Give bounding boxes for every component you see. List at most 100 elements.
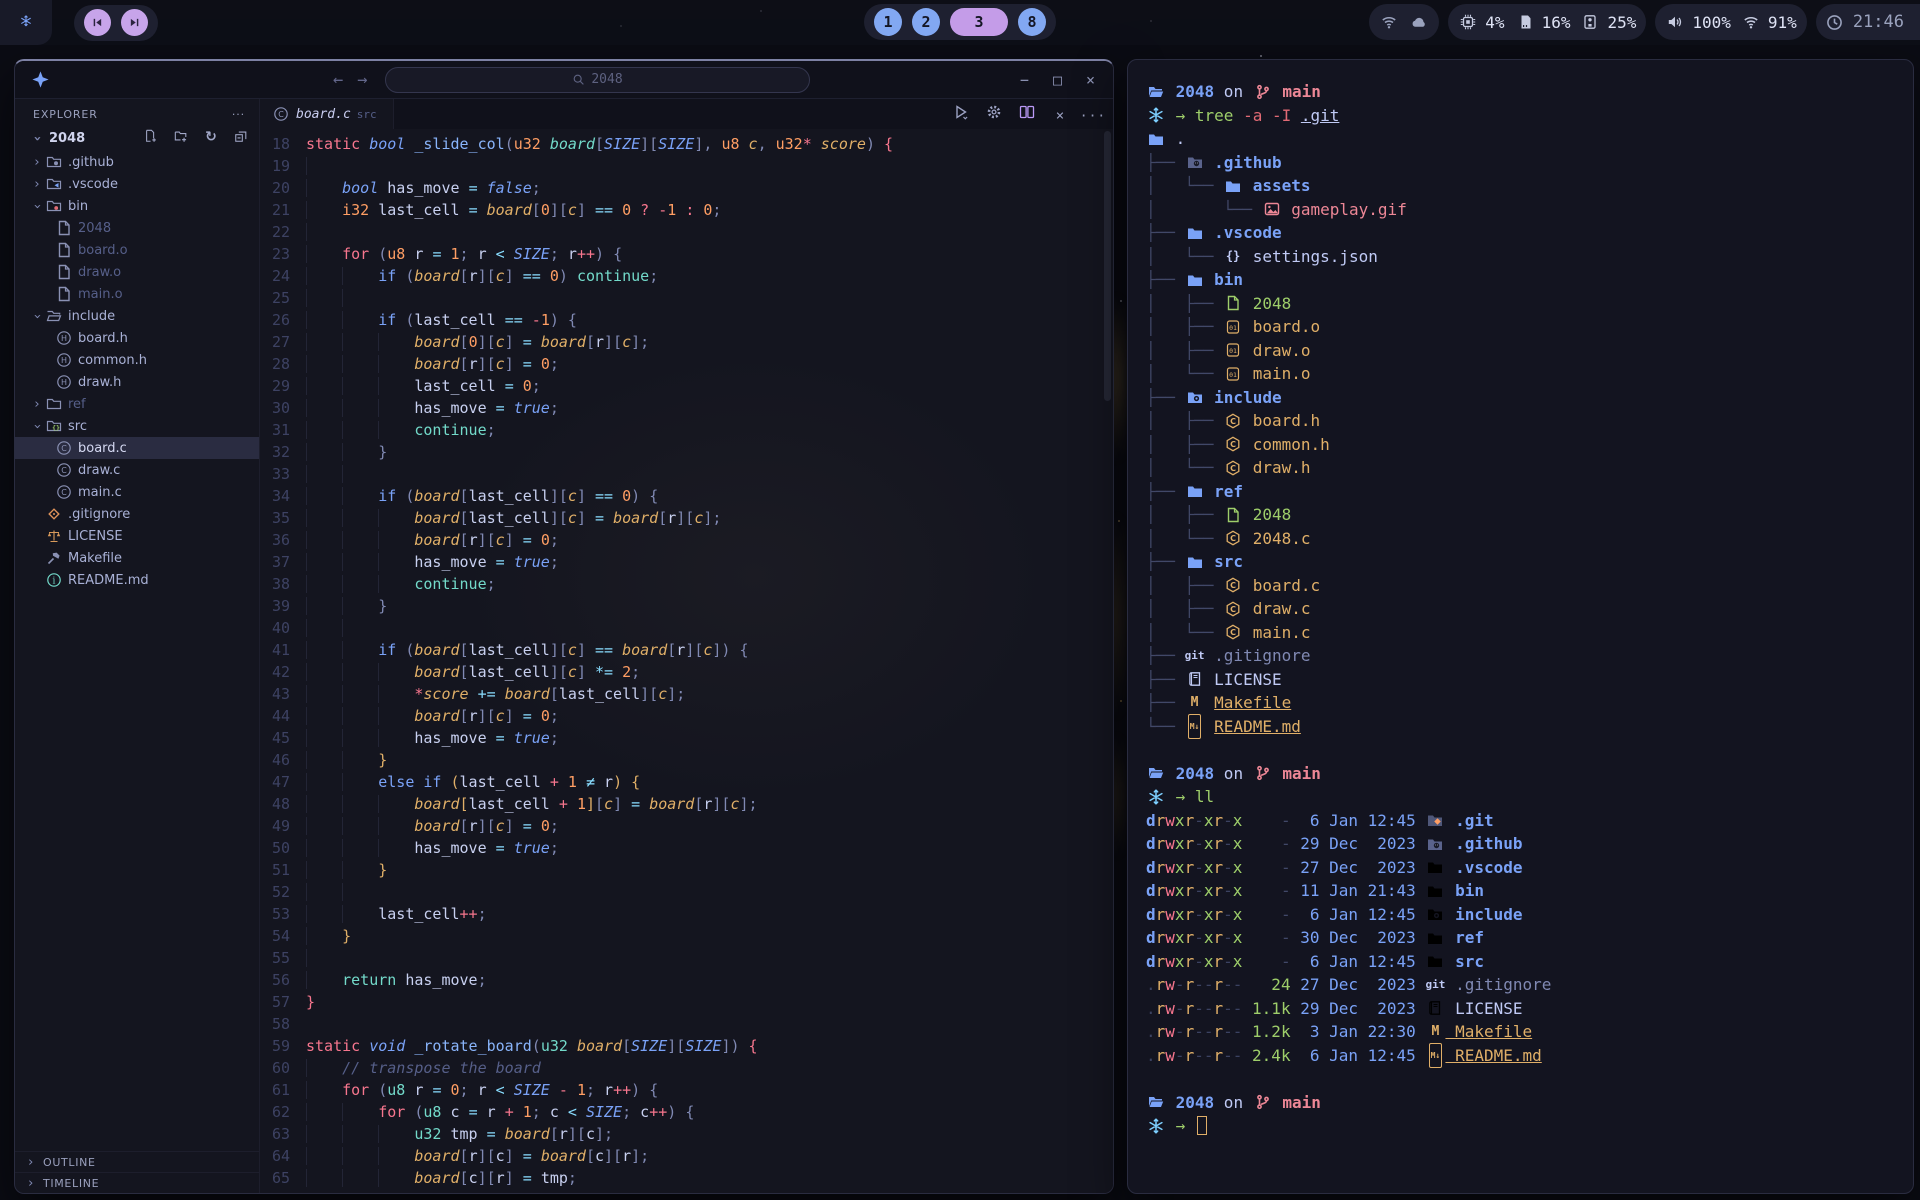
- binary-icon: 01: [1223, 319, 1243, 335]
- svg-text:01: 01: [1229, 371, 1237, 379]
- code-editor[interactable]: 18static bool _slide_col(u32 board[SIZE]…: [260, 129, 1113, 1193]
- code-line-56: 56 return has_move;: [260, 969, 1113, 991]
- code-line-35: 35 board[last_cell][c] = board[r][c];: [260, 507, 1113, 529]
- collapse-all-button[interactable]: [231, 129, 251, 147]
- skip-back-button[interactable]: [84, 9, 111, 36]
- sidebar-item-ref[interactable]: ›ref: [15, 393, 259, 415]
- new-folder-button[interactable]: [171, 129, 191, 147]
- workspace-3[interactable]: 3: [950, 8, 1008, 36]
- sidebar-item-label: LICENSE: [68, 529, 123, 544]
- code-line-28: 28 board[r][c] = 0;: [260, 353, 1113, 375]
- chevron-down-icon: ›: [30, 198, 45, 214]
- nav-back-button[interactable]: ←: [333, 70, 343, 90]
- minimize-button[interactable]: −: [1020, 71, 1029, 89]
- tab-name: board.c: [296, 107, 351, 122]
- c-file-icon: C: [272, 106, 290, 122]
- editor-scrollbar[interactable]: [1104, 131, 1111, 401]
- sidebar-item-bin[interactable]: ›bin: [15, 195, 259, 217]
- svg-text:C: C: [1230, 464, 1236, 473]
- skip-forward-button[interactable]: [121, 9, 148, 36]
- split-button[interactable]: [1017, 104, 1037, 124]
- terminal-line: │ ├── 2048: [1146, 292, 1913, 316]
- sidebar-item-commonh[interactable]: Hcommon.h: [15, 349, 259, 371]
- sidebar-item-2048[interactable]: 2048: [15, 217, 259, 239]
- code-line-54: 54 }: [260, 925, 1113, 947]
- new-file-button[interactable]: [141, 129, 161, 147]
- refresh-button[interactable]: ↻: [201, 129, 221, 147]
- terminal-line: 2048 on main: [1146, 762, 1913, 786]
- explorer-more-icon[interactable]: ···: [232, 108, 245, 121]
- line-number: 25: [260, 287, 306, 309]
- line-number: 54: [260, 925, 306, 947]
- sidebar-item-maino[interactable]: main.o: [15, 283, 259, 305]
- more-icon: ···: [1083, 109, 1103, 124]
- command-search-box[interactable]: 2048: [385, 67, 810, 93]
- terminal-line: ├── M Makefile: [1146, 691, 1913, 715]
- svg-text:H: H: [61, 356, 67, 365]
- sidebar-item-label: main.o: [78, 287, 123, 302]
- terminal-window[interactable]: 2048 on main → tree -a -I .git .├── .git…: [1127, 59, 1914, 1194]
- cpu-stat: 4%: [1458, 13, 1504, 32]
- sidebar-item-drawo[interactable]: draw.o: [15, 261, 259, 283]
- chevron-right-icon: ›: [23, 1155, 39, 1170]
- sidebar-item-boardc[interactable]: Cboard.c: [15, 437, 259, 459]
- terminal-line: → ll: [1146, 785, 1913, 809]
- editor-titlebar[interactable]: ← → 2048 − □ ×: [15, 61, 1113, 99]
- wifi-stat: 91%: [1741, 13, 1797, 32]
- line-number: 38: [260, 573, 306, 595]
- code-line-47: 47 else if (last_cell + 1 ≠ r) {: [260, 771, 1113, 793]
- file-icon: [55, 264, 73, 280]
- sidebar-item-makefile[interactable]: Makefile: [15, 547, 259, 569]
- sidebar-item-readmemd[interactable]: iREADME.md: [15, 569, 259, 591]
- folder-git-icon: [1425, 812, 1445, 828]
- sidebar-item-vscode[interactable]: ›.vscode: [15, 173, 259, 195]
- close-x-button[interactable]: ×: [1050, 105, 1070, 124]
- sidebar-item-drawc[interactable]: Cdraw.c: [15, 459, 259, 481]
- speaker-value: 100%: [1692, 13, 1731, 32]
- code-line-40: 40: [260, 617, 1113, 639]
- sidebar-item-boardh[interactable]: Hboard.h: [15, 327, 259, 349]
- network-tray[interactable]: [1369, 4, 1439, 40]
- svg-text:C: C: [1230, 534, 1236, 543]
- workspace-root-row[interactable]: › 2048 ↻: [15, 125, 259, 151]
- svg-text:C: C: [1230, 417, 1236, 426]
- workspace-2[interactable]: 2: [912, 8, 940, 36]
- sidebar-item-boardo[interactable]: board.o: [15, 239, 259, 261]
- sidebar-item-src[interactable]: ›{}src: [15, 415, 259, 437]
- folder-icon: [1146, 131, 1166, 147]
- panel-timeline[interactable]: ›TIMELINE: [15, 1172, 259, 1193]
- nix-launcher-button[interactable]: [0, 0, 52, 45]
- code-line-30: 30 has_move = true;: [260, 397, 1113, 419]
- cpu-icon: [1458, 14, 1478, 30]
- code-line-61: 61 for (u8 r = 0; r < SIZE - 1; r++) {: [260, 1079, 1113, 1101]
- terminal-line: ├── ref: [1146, 480, 1913, 504]
- maximize-button[interactable]: □: [1053, 71, 1062, 89]
- more-button[interactable]: ···: [1083, 105, 1103, 124]
- chevron-right-icon: ›: [23, 1176, 39, 1191]
- line-number: 57: [260, 991, 306, 1013]
- sidebar-item-include[interactable]: ›include: [15, 305, 259, 327]
- close-button[interactable]: ×: [1086, 71, 1095, 89]
- file-icon: [1223, 295, 1243, 311]
- sidebar-item-drawh[interactable]: Hdraw.h: [15, 371, 259, 393]
- sidebar-item-mainc[interactable]: Cmain.c: [15, 481, 259, 503]
- panel-outline[interactable]: ›OUTLINE: [15, 1151, 259, 1172]
- svg-text:C: C: [278, 110, 284, 119]
- system-stats[interactable]: 4%16%25%: [1448, 4, 1646, 40]
- sidebar-item-github[interactable]: ›.github: [15, 151, 259, 173]
- code-line-43: 43 *score += board[last_cell][c];: [260, 683, 1113, 705]
- clock-widget[interactable]: 21:46: [1816, 4, 1920, 40]
- workspace-8[interactable]: 8: [1018, 8, 1046, 36]
- gear-button[interactable]: [984, 104, 1004, 124]
- line-number: 61: [260, 1079, 306, 1101]
- nav-forward-button[interactable]: →: [357, 70, 367, 90]
- sidebar-item-gitignore[interactable]: .gitignore: [15, 503, 259, 525]
- workspace-1[interactable]: 1: [874, 8, 902, 36]
- code-line-39: 39 }: [260, 595, 1113, 617]
- sidebar-item-license[interactable]: LICENSE: [15, 525, 259, 547]
- mfile-icon: M: [1185, 691, 1205, 715]
- audio-network-stats[interactable]: 100% 91%: [1655, 4, 1806, 40]
- terminal-line: │ ├── 01 draw.o: [1146, 339, 1913, 363]
- tab-board-c[interactable]: C board.c src: [260, 99, 394, 129]
- run-button[interactable]: [951, 104, 971, 124]
